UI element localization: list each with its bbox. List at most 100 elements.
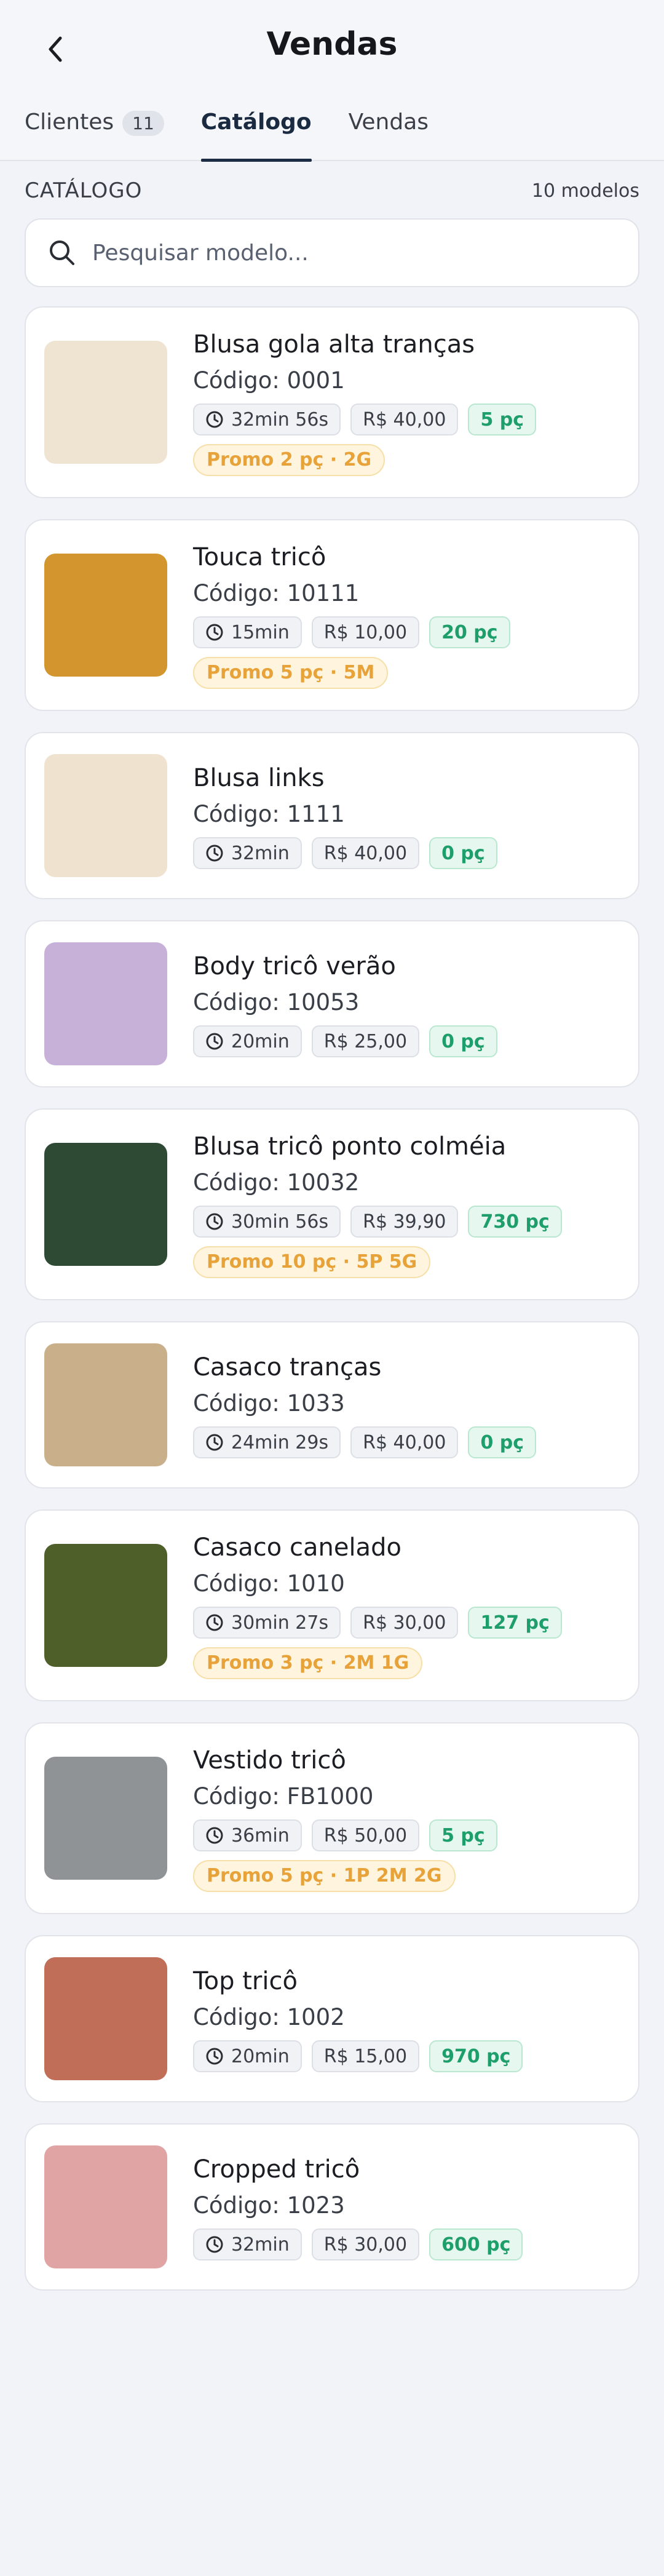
code-label: Código: (193, 2004, 280, 2030)
page-title: Vendas (266, 26, 398, 63)
product-name: Blusa links (193, 764, 325, 792)
product-card[interactable]: Casaco tranças Código: 1033 24min 29s R$ 40… (25, 1321, 639, 1489)
price-chip: R$ 50,00 (311, 1819, 420, 1851)
time-value: 36min (231, 1824, 290, 1847)
promo-badge: Promo 5 pç · 5M (193, 657, 389, 689)
product-thumbnail (44, 554, 167, 677)
promo-badge: Promo 10 pç · 5P 5G (193, 1246, 431, 1278)
stock-chip: 5 pç (468, 403, 537, 435)
time-chip: 32min (193, 837, 302, 869)
tab-label: Clientes (25, 109, 114, 135)
section-header: CATÁLOGO 10 modelos (25, 178, 639, 203)
code-label: Código: (193, 580, 280, 606)
clock-icon (206, 624, 223, 641)
price-chip: R$ 15,00 (311, 2040, 420, 2072)
product-code: Código: 10111 (193, 578, 520, 609)
stock-chip: 970 pç (429, 2040, 523, 2072)
model-count: 10 modelos (531, 180, 639, 202)
product-card[interactable]: Blusa tricô ponto colméia Código: 10032 30… (25, 1108, 639, 1300)
code-label: Código: (193, 1783, 280, 1810)
tab-clientes[interactable]: Clientes 11 (25, 109, 164, 161)
time-value: 32min (231, 842, 290, 864)
product-card[interactable]: Vestido tricô Código: FB1000 36min R$ 50,00… (25, 1722, 639, 1914)
product-card[interactable]: Touca tricô Código: 10111 15min R$ 10,00 20 … (25, 519, 639, 711)
stock-chip: 0 pç (429, 1025, 497, 1057)
product-chips: 32min R$ 40,00 0 pç (193, 837, 507, 869)
clock-icon (206, 1614, 223, 1631)
product-card[interactable]: Top tricô Código: 1002 20min R$ 15,00 970 pç (25, 1935, 639, 2102)
time-chip: 30min 56s (193, 1206, 341, 1238)
clock-icon (206, 411, 223, 428)
time-value: 30min 27s (231, 1612, 329, 1634)
stock-chip: 600 pç (429, 2228, 523, 2260)
clock-icon (206, 1033, 223, 1050)
top-bar: Vendas Clientes 11 Catálogo Vendas (0, 0, 664, 162)
code-value: 10053 (287, 989, 360, 1016)
product-code: Código: 0001 (193, 365, 546, 396)
product-code: Código: 1002 (193, 2002, 532, 2033)
product-card[interactable]: Cropped tricô Código: 1023 32min R$ 30,00 60… (25, 2123, 639, 2291)
product-info: Touca tricô Código: 10111 15min R$ 10,00 20 … (193, 541, 520, 689)
product-info: Top tricô Código: 1002 20min R$ 15,00 970 pç (193, 1965, 532, 2072)
time-chip: 20min (193, 2040, 302, 2072)
price-chip: R$ 30,00 (311, 2228, 420, 2260)
product-info: Blusa links Código: 1111 32min R$ 40,00 0 pç (193, 762, 507, 869)
product-chips: 32min R$ 30,00 600 pç (193, 2228, 532, 2260)
product-code: Código: 10032 (193, 1167, 572, 1198)
code-value: 10032 (287, 1169, 360, 1196)
price-chip: R$ 25,00 (311, 1025, 420, 1057)
promo-badge: Promo 2 pç · 2G (193, 444, 385, 476)
product-card[interactable]: Casaco canelado Código: 1010 30min 27s R$ 3… (25, 1509, 639, 1701)
code-value: 1002 (287, 2004, 345, 2030)
code-label: Código: (193, 989, 280, 1016)
product-code: Código: 1033 (193, 1388, 546, 1419)
product-chips: 20min R$ 25,00 0 pç (193, 1025, 507, 1057)
time-chip: 36min (193, 1819, 302, 1851)
product-chips: 24min 29s R$ 40,00 0 pç (193, 1426, 546, 1458)
time-chip: 32min (193, 2228, 302, 2260)
product-code: Código: 1023 (193, 2190, 532, 2221)
time-chip: 32min 56s (193, 403, 341, 435)
product-chips: 30min 27s R$ 30,00 127 pç (193, 1607, 572, 1639)
code-value: 10111 (287, 580, 360, 606)
code-label: Código: (193, 1570, 280, 1597)
tab-vendas[interactable]: Vendas (349, 109, 429, 161)
product-thumbnail (44, 1143, 167, 1266)
product-list: Blusa gola alta tranças Código: 0001 32min… (25, 306, 639, 2312)
code-label: Código: (193, 1390, 280, 1417)
product-thumbnail (44, 1757, 167, 1880)
count-badge: 11 (122, 111, 164, 136)
search-input[interactable]: Pesquisar modelo... (25, 218, 639, 287)
time-chip: 20min (193, 1025, 302, 1057)
tab-label: Catálogo (200, 109, 312, 135)
product-info: Vestido tricô Código: FB1000 36min R$ 50,00… (193, 1744, 507, 1892)
product-info: Cropped tricô Código: 1023 32min R$ 30,00 60… (193, 2153, 532, 2260)
product-name: Casaco tranças (193, 1353, 382, 1381)
product-card[interactable]: Body tricô verão Código: 10053 20min R$ 25,… (25, 920, 639, 1087)
product-chips: 15min R$ 10,00 20 pç (193, 616, 520, 648)
price-chip: R$ 30,00 (350, 1607, 459, 1639)
price-chip: R$ 10,00 (311, 616, 420, 648)
product-card[interactable]: Blusa links Código: 1111 32min R$ 40,00 0 pç (25, 732, 639, 899)
product-info: Casaco tranças Código: 1033 24min 29s R$ 40… (193, 1351, 546, 1458)
product-thumbnail (44, 341, 167, 464)
product-info: Blusa tricô ponto colméia Código: 10032 30… (193, 1131, 572, 1278)
product-thumbnail (44, 942, 167, 1065)
time-value: 32min 56s (231, 408, 329, 431)
tab-label: Vendas (348, 109, 429, 135)
product-name: Blusa tricô ponto colméia (193, 1132, 507, 1161)
product-name: Cropped tricô (193, 2155, 360, 2184)
stock-chip: 127 pç (468, 1607, 562, 1639)
promo-badge: Promo 5 pç · 1P 2M 2G (193, 1860, 456, 1892)
stock-chip: 5 pç (429, 1819, 497, 1851)
clock-icon (206, 1827, 223, 1844)
tab-catalogo[interactable]: Catálogo (200, 109, 312, 162)
product-info: Body tricô verão Código: 10053 20min R$ 25,… (193, 950, 507, 1057)
product-chips: 20min R$ 15,00 970 pç (193, 2040, 532, 2072)
product-chips: 30min 56s R$ 39,90 730 pç (193, 1206, 572, 1238)
tab-bar: Clientes 11 Catálogo Vendas (25, 109, 465, 162)
search-icon (50, 241, 74, 265)
time-chip: 15min (193, 616, 302, 648)
product-card[interactable]: Blusa gola alta tranças Código: 0001 32min… (25, 306, 639, 498)
product-name: Body tricô verão (193, 952, 396, 980)
